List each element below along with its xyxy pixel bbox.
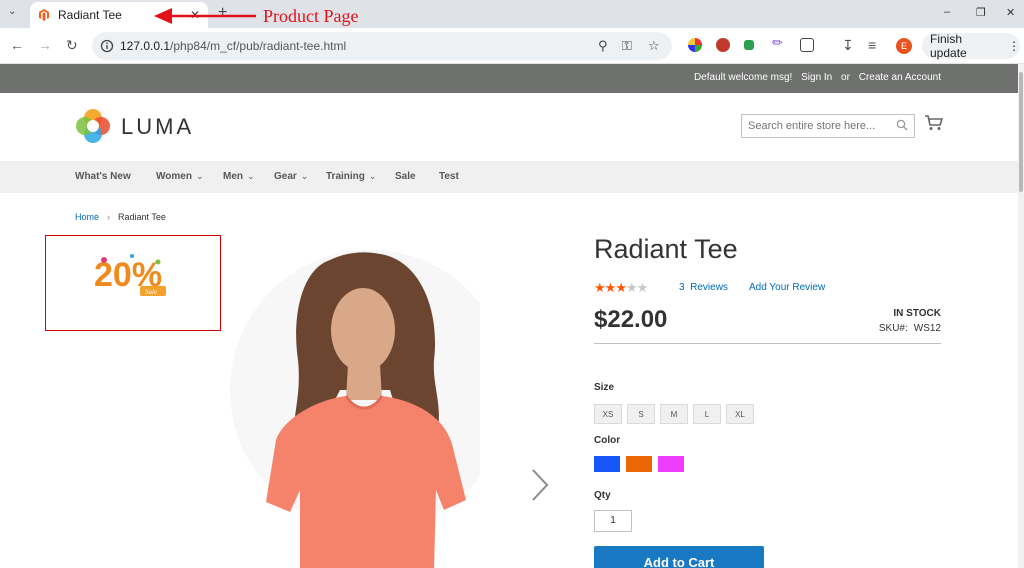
nav-item-gear[interactable]: Gear ⌄	[274, 171, 308, 182]
qty-input[interactable]: 1	[594, 510, 632, 532]
zoom-icon[interactable]: ⚲	[598, 38, 608, 54]
panel-header: Default welcome msg! Sign In or Create a…	[0, 64, 1018, 93]
size-option-s[interactable]: S	[627, 404, 655, 424]
star-icon: ★	[625, 280, 638, 295]
product-title: Radiant Tee	[594, 234, 738, 264]
extensions-puzzle-icon[interactable]	[800, 38, 814, 52]
sale-badge-highlight: 20% Sale	[45, 235, 221, 331]
minimize-button[interactable]: –	[944, 6, 950, 18]
tab-search-chevron-icon[interactable]: ⌄	[8, 6, 22, 20]
nav-item-sale[interactable]: Sale	[395, 171, 416, 182]
profile-avatar[interactable]: E	[896, 38, 912, 54]
star-icon: ★	[615, 280, 627, 295]
finish-update-label: Finish update	[930, 32, 967, 60]
svg-text:Sale: Sale	[145, 288, 157, 296]
main-navigation: What's New Women ⌄ Men ⌄ Gear ⌄ Training ⌄ S…	[0, 161, 1018, 193]
create-account-link[interactable]: Create an Account	[859, 72, 941, 83]
back-arrow-icon[interactable]: ←	[10, 37, 24, 53]
nav-item-men[interactable]: Men ⌄	[223, 171, 255, 182]
more-menu-icon: ⋮	[1008, 39, 1020, 53]
chevron-down-icon: ⌄	[247, 171, 255, 181]
extension-red-icon[interactable]	[716, 38, 730, 52]
nav-item-training[interactable]: Training ⌄	[326, 171, 376, 182]
sale-20-percent-image: 20% Sale	[94, 254, 166, 296]
product-image[interactable]	[220, 240, 480, 568]
web-page: Default welcome msg! Sign In or Create a…	[0, 64, 1018, 568]
color-swatch-orange[interactable]	[626, 456, 652, 472]
address-bar[interactable]: 127.0.0.1/php84/m_cf/pub/radiant-tee.htm…	[92, 32, 672, 60]
rating-summary: ★★★★★ 3 Reviews Add Your Review	[594, 280, 941, 296]
add-to-cart-button[interactable]: Add to Cart	[594, 546, 764, 568]
logo-text: LUMA	[121, 114, 195, 139]
add-review-link[interactable]: Add Your Review	[749, 282, 825, 293]
chevron-down-icon: ⌄	[300, 171, 309, 181]
qty-label: Qty	[594, 490, 611, 501]
extension-color-icon[interactable]	[688, 38, 702, 52]
breadcrumb-current: Radiant Tee	[118, 212, 166, 222]
sign-in-link[interactable]: Sign In	[801, 72, 832, 83]
color-swatch-blue[interactable]	[594, 456, 620, 472]
browser-tab-bar: ⌄ Radiant Tee ✕ + Product Page – ❐ ✕	[0, 0, 1024, 28]
color-options	[594, 456, 690, 472]
search-input[interactable]	[742, 115, 892, 137]
search-box	[741, 114, 915, 138]
nav-item-women[interactable]: Women ⌄	[156, 171, 203, 182]
search-icon[interactable]	[896, 119, 908, 131]
or-text: or	[841, 72, 850, 83]
extension-green-icon[interactable]	[744, 40, 754, 50]
breadcrumb-separator: ›	[107, 212, 111, 222]
page-scrollbar[interactable]	[1018, 64, 1024, 568]
size-option-xs[interactable]: XS	[594, 404, 622, 424]
chevron-down-icon: ⌄	[368, 171, 377, 181]
product-price: $22.00	[594, 306, 668, 333]
cart-icon[interactable]	[925, 115, 943, 131]
forward-arrow-icon[interactable]: →	[38, 37, 52, 53]
color-label: Color	[594, 435, 621, 446]
chevron-down-icon: ⌄	[195, 171, 204, 181]
color-swatch-purple[interactable]	[658, 456, 684, 472]
annotation-label: Product Page	[263, 6, 359, 26]
luma-logo[interactable]: LUMA	[75, 108, 195, 146]
rating-stars: ★★★★★	[594, 280, 649, 296]
restore-button[interactable]: ❐	[976, 6, 986, 19]
sku-label: SKU#:	[878, 323, 908, 334]
close-window-button[interactable]: ✕	[1006, 6, 1015, 19]
star-icon: ★	[594, 280, 606, 295]
welcome-message: Default welcome msg!	[693, 72, 793, 83]
star-icon: ★	[636, 280, 649, 295]
nav-item-test[interactable]: Test	[439, 171, 459, 182]
reviews-link[interactable]: 3 Reviews	[679, 282, 728, 293]
size-options: XS S M L XL	[594, 404, 759, 424]
site-info-icon[interactable]	[100, 39, 114, 53]
header-links: Default welcome msg! Sign In or Create a…	[688, 72, 941, 83]
site-header: LUMA	[0, 93, 1018, 161]
breadcrumb-home-link[interactable]: Home	[75, 212, 99, 222]
magento-favicon-icon	[39, 9, 49, 21]
size-option-l[interactable]: L	[693, 404, 721, 424]
url-text: 127.0.0.1/php84/m_cf/pub/radiant-tee.htm…	[120, 39, 347, 53]
breadcrumb: Home › Radiant Tee	[75, 212, 166, 222]
password-key-icon[interactable]: ⚿	[622, 38, 632, 54]
nav-item-whats-new[interactable]: What's New	[75, 171, 131, 182]
product-info: Radiant Tee ★★★★★ 3 Reviews Add Your Rev…	[594, 234, 941, 568]
size-option-m[interactable]: M	[660, 404, 688, 424]
size-label: Size	[594, 382, 615, 393]
stock-status: IN STOCK	[893, 308, 941, 319]
reload-icon[interactable]: ↻	[66, 37, 78, 54]
browser-toolbar: ← → ↻ 127.0.0.1/php84/m_cf/pub/radiant-t…	[0, 28, 1024, 64]
finish-update-button[interactable]: Finish update ⋮	[922, 32, 1020, 60]
sku-value: WS12	[913, 323, 941, 334]
next-image-arrow-icon[interactable]	[530, 468, 550, 502]
annotation-arrow	[154, 8, 256, 24]
bookmark-star-icon[interactable]: ☆	[648, 38, 660, 54]
size-option-xl[interactable]: XL	[726, 404, 754, 424]
luma-logo-icon	[76, 109, 110, 143]
scrollbar-thumb[interactable]	[1019, 72, 1023, 192]
extension-pen-icon[interactable]: ✏	[772, 35, 786, 50]
sku: SKU#: WS12	[879, 323, 941, 334]
download-icon[interactable]: ↧	[842, 37, 854, 54]
star-icon: ★	[604, 280, 617, 295]
divider	[594, 343, 941, 344]
media-queue-icon[interactable]: ≡	[868, 37, 876, 53]
